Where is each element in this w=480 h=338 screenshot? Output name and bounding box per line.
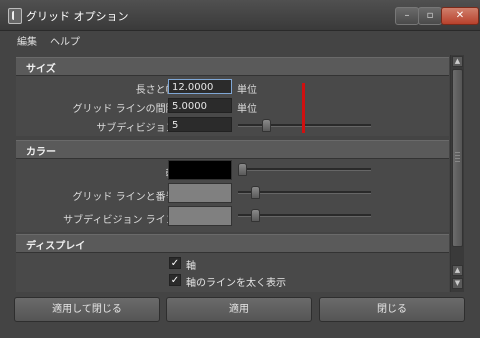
thick-axes-checkbox[interactable]: ✓ bbox=[169, 274, 181, 286]
menu-edit[interactable]: 編集 bbox=[17, 33, 37, 48]
section-display-body: ✓ 軸 ✓ 軸のラインを太く表示 bbox=[16, 253, 449, 292]
window-title: グリッド オプション bbox=[26, 10, 129, 23]
grid-spacing-unit: 単位 bbox=[237, 104, 257, 115]
section-color-body: 軸: グリッド ラインと番号: サブディビジョン ライン: bbox=[16, 159, 449, 232]
options-panel: サイズ 長さと幅: 12.0000 単位 グリッド ラインの間隔: 5.0000… bbox=[16, 55, 449, 292]
apply-button[interactable]: 適用 bbox=[166, 297, 312, 322]
maximize-button[interactable]: ▫ bbox=[418, 7, 442, 25]
scroll-up-button[interactable]: ▲ bbox=[452, 56, 463, 67]
section-color-title: カラー bbox=[26, 147, 56, 158]
grid-options-window: グリッド オプション – ▫ ✕ 編集 ヘルプ サイズ 長さと幅: 12.000… bbox=[0, 0, 480, 338]
axes-checkbox[interactable]: ✓ bbox=[169, 257, 181, 269]
scroll-up-button-lower[interactable]: ▲ bbox=[452, 265, 463, 276]
menu-bar: 編集 ヘルプ bbox=[0, 31, 480, 49]
scroll-grip-icon bbox=[455, 152, 460, 164]
scroll-down-button[interactable]: ▼ bbox=[452, 278, 463, 289]
grid-lines-slider-handle[interactable] bbox=[251, 186, 260, 199]
section-size-header[interactable]: サイズ bbox=[16, 57, 449, 76]
subdivision-lines-slider-handle[interactable] bbox=[251, 209, 260, 222]
title-bar[interactable]: グリッド オプション – ▫ ✕ bbox=[0, 0, 480, 31]
length-width-field[interactable]: 12.0000 bbox=[168, 79, 232, 94]
apply-and-close-button[interactable]: 適用して閉じる bbox=[14, 297, 160, 322]
maya-app-icon bbox=[8, 8, 22, 24]
red-annotation-mark bbox=[302, 83, 305, 133]
axes-checkbox-label: 軸 bbox=[186, 261, 196, 272]
grid-spacing-field[interactable]: 5.0000 bbox=[168, 98, 232, 113]
section-display-header[interactable]: ディスプレイ bbox=[16, 234, 449, 253]
subdivisions-slider-handle[interactable] bbox=[262, 119, 271, 132]
thick-axes-checkbox-label: 軸のラインを太く表示 bbox=[186, 278, 286, 289]
grid-lines-color-swatch[interactable] bbox=[168, 183, 232, 203]
subdivisions-label: サブディビジョン: bbox=[96, 123, 179, 134]
axis-color-slider-track[interactable] bbox=[238, 168, 371, 171]
subdivisions-field[interactable]: 5 bbox=[168, 117, 232, 132]
grid-spacing-label: グリッド ラインの間隔: bbox=[72, 104, 179, 115]
menu-help[interactable]: ヘルプ bbox=[50, 33, 80, 48]
section-color-header[interactable]: カラー bbox=[16, 140, 449, 159]
close-button[interactable]: 閉じる bbox=[319, 297, 465, 322]
axis-color-swatch[interactable] bbox=[168, 160, 232, 180]
axis-color-slider-handle[interactable] bbox=[238, 163, 247, 176]
close-window-button[interactable]: ✕ bbox=[441, 7, 479, 25]
section-display-title: ディスプレイ bbox=[26, 241, 86, 252]
subdivision-lines-color-label: サブディビジョン ライン: bbox=[63, 215, 179, 226]
section-size-body: 長さと幅: 12.0000 単位 グリッド ラインの間隔: 5.0000 単位 … bbox=[16, 76, 449, 136]
subdivision-lines-color-swatch[interactable] bbox=[168, 206, 232, 226]
grid-lines-color-label: グリッド ラインと番号: bbox=[72, 192, 179, 203]
scroll-thumb[interactable] bbox=[452, 69, 463, 247]
length-width-unit: 単位 bbox=[237, 85, 257, 96]
minimize-button[interactable]: – bbox=[395, 7, 419, 25]
vertical-scrollbar[interactable]: ▲ ▲ ▼ bbox=[450, 55, 464, 292]
section-size-title: サイズ bbox=[26, 64, 56, 75]
